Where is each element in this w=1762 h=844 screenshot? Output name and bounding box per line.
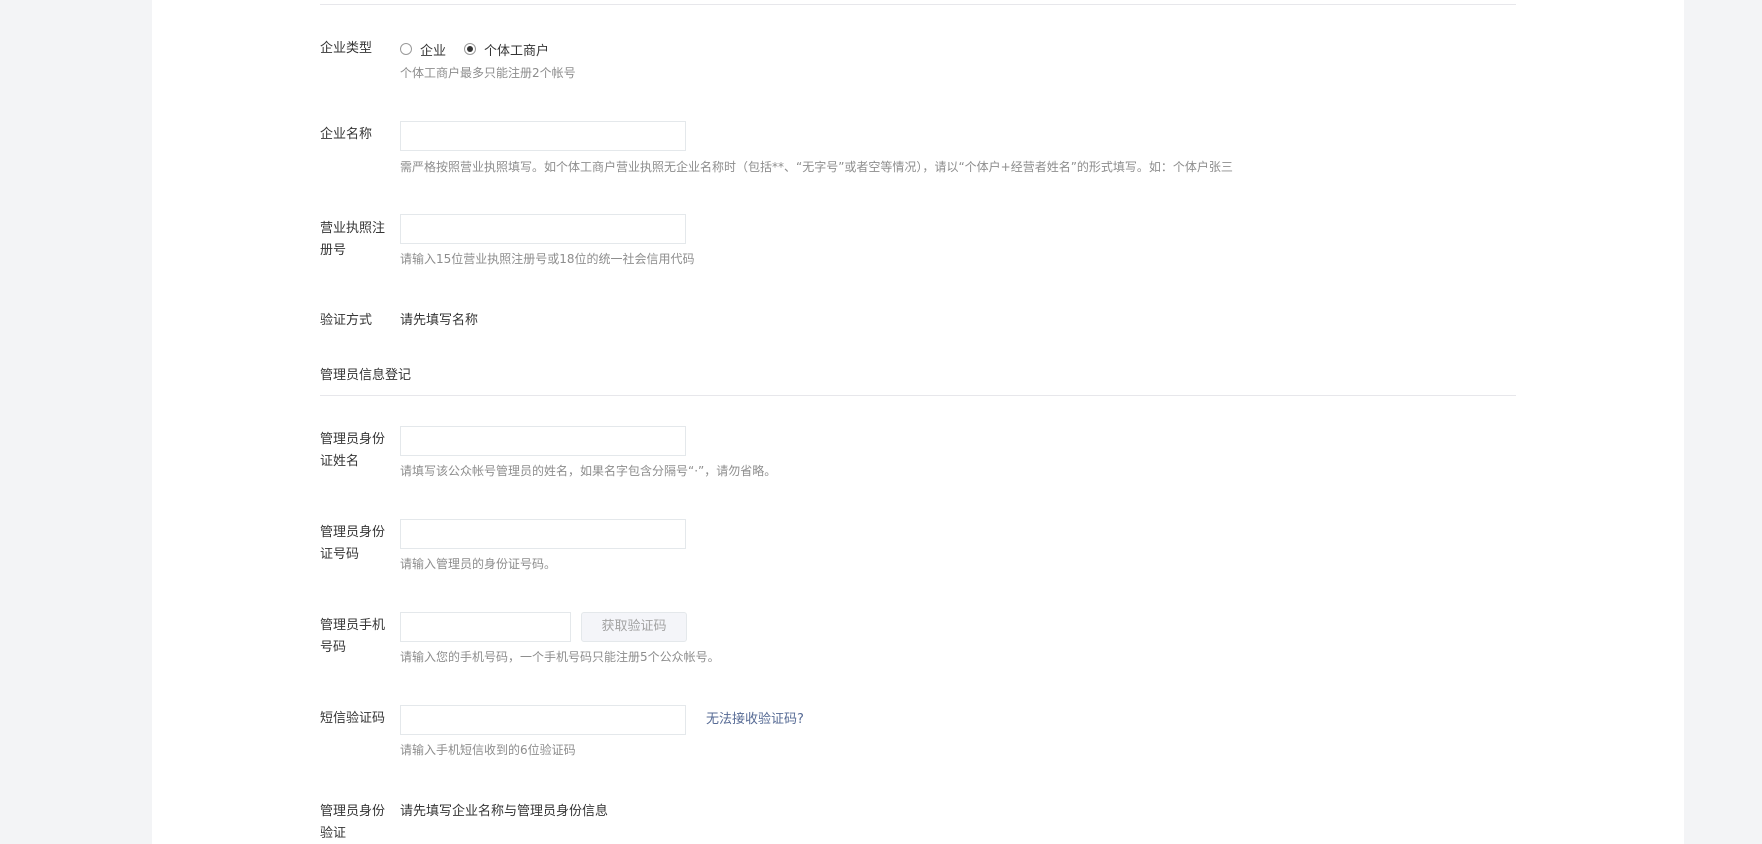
radio-option-enterprise[interactable]: 企业 — [400, 40, 446, 59]
sms-code-tip: 请输入手机短信收到的6位验证码 — [400, 743, 576, 757]
company-name-tip: 需严格按照营业执照填写。如个体工商户营业执照无企业名称时（包括**、“无字号”或… — [400, 160, 1233, 174]
admin-id-tip: 请输入管理员的身份证号码。 — [400, 557, 557, 571]
sms-code-label: 短信验证码 — [320, 711, 386, 726]
radio-label-individual: 个体工商户 — [484, 43, 550, 59]
admin-id-input[interactable] — [400, 519, 686, 549]
license-number-tip: 请输入15位营业执照注册号或18位的统一社会信用代码 — [400, 252, 695, 266]
license-number-input[interactable] — [400, 214, 686, 244]
admin-phone-input[interactable] — [400, 612, 571, 642]
admin-name-label: 管理员身份证姓名 — [320, 432, 386, 469]
company-type-tip: 个体工商户最多只能注册2个帐号 — [400, 66, 576, 80]
admin-phone-label: 管理员手机号码 — [320, 618, 386, 655]
radio-checked-icon[interactable] — [464, 43, 477, 55]
admin-phone-tip: 请输入您的手机号码，一个手机号码只能注册5个公众帐号。 — [400, 650, 720, 664]
radio-unchecked-icon[interactable] — [400, 43, 412, 55]
verify-method-label: 验证方式 — [320, 313, 373, 328]
page: 企业类型 企业 个体工商户 个体工商户最多只能注册2个帐号 企业名称 需严格按照… — [0, 0, 1762, 844]
admin-verify-label: 管理员身份验证 — [320, 804, 386, 841]
company-type-radio-group: 企业 个体工商户 — [400, 38, 567, 60]
radio-option-individual[interactable]: 个体工商户 — [464, 40, 549, 59]
company-name-input[interactable] — [400, 121, 686, 151]
admin-section-divider — [320, 395, 1516, 396]
license-number-label: 营业执照注册号 — [320, 221, 386, 258]
get-code-button[interactable]: 获取验证码 — [581, 612, 687, 642]
top-divider — [320, 4, 1516, 5]
admin-id-label: 管理员身份证号码 — [320, 525, 386, 562]
company-type-label: 企业类型 — [320, 41, 373, 56]
verify-method-value: 请先填写名称 — [400, 313, 479, 328]
admin-name-input[interactable] — [400, 426, 686, 456]
admin-name-tip: 请填写该公众帐号管理员的姓名，如果名字包含分隔号“·”，请勿省略。 — [400, 464, 777, 478]
sms-code-input[interactable] — [400, 705, 686, 735]
company-name-label: 企业名称 — [320, 127, 373, 142]
radio-label-enterprise: 企业 — [420, 43, 447, 59]
cannot-receive-code-link[interactable]: 无法接收验证码? — [706, 710, 804, 730]
admin-verify-value: 请先填写企业名称与管理员身份信息 — [400, 804, 609, 819]
admin-section-title: 管理员信息登记 — [320, 368, 412, 383]
